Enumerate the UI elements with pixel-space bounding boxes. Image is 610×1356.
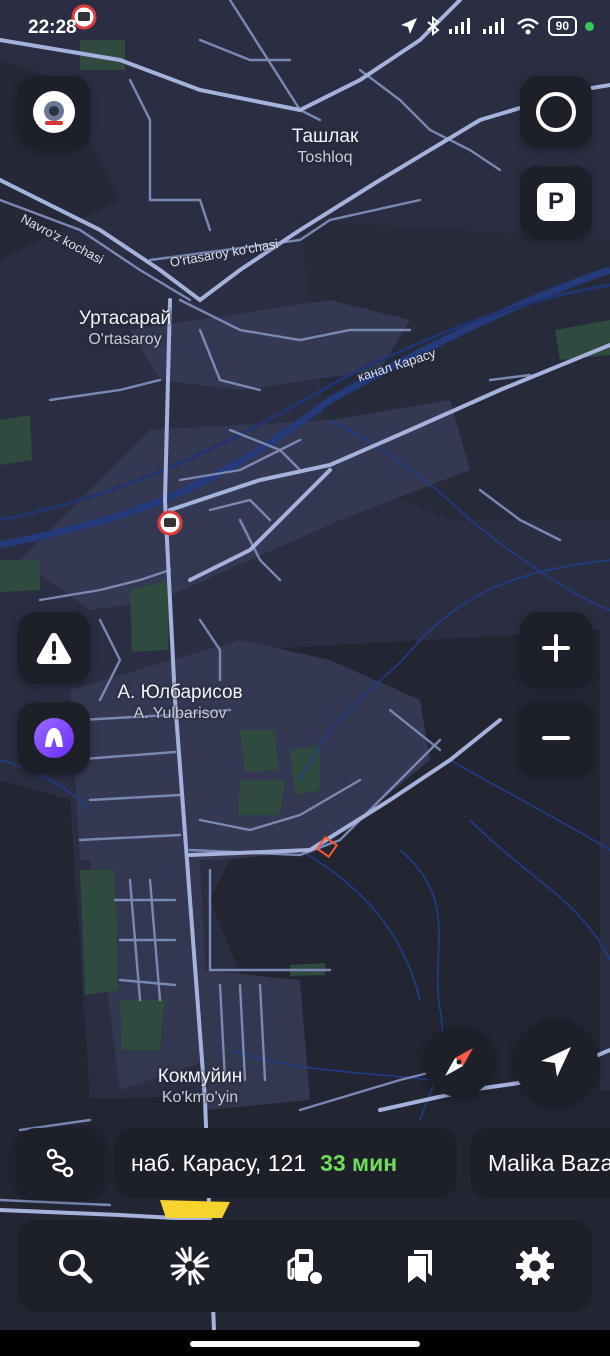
route-card[interactable]: наб. Карасу, 121 33 мин xyxy=(115,1128,457,1198)
route-eta: 33 мин xyxy=(320,1149,398,1176)
layers-button[interactable] xyxy=(520,76,592,148)
my-location-button[interactable] xyxy=(514,1020,598,1104)
place-name: Ташлак xyxy=(291,126,359,147)
gear-icon xyxy=(515,1247,554,1285)
place-latin: Toshloq xyxy=(297,149,353,166)
fuel-button[interactable] xyxy=(275,1236,335,1296)
search-icon xyxy=(59,1250,93,1284)
place-name: Уртасарай xyxy=(78,308,172,329)
settings-button[interactable] xyxy=(505,1236,565,1296)
compass-button[interactable] xyxy=(424,1027,494,1097)
place-latin: A. Yulbarisov xyxy=(133,705,227,722)
route-icon xyxy=(46,1148,74,1178)
battery-indicator: 90 xyxy=(547,16,577,36)
place-latin: O'rtasaroy xyxy=(88,331,162,348)
place-label-ortasaroy: Уртасарай O'rtasaroy xyxy=(55,308,195,350)
minus-icon xyxy=(542,736,570,740)
status-icons: 90 xyxy=(400,16,594,36)
avatar-button[interactable] xyxy=(18,76,90,148)
bottom-toolbar xyxy=(18,1220,592,1312)
location-icon xyxy=(400,18,417,34)
warning-icon xyxy=(36,633,72,664)
parking-label: P xyxy=(547,188,564,215)
layers-icon xyxy=(536,92,576,132)
avatar-icon xyxy=(33,91,75,133)
place-label-kokmoyin: Кокмуйин Ko'kmo'yin xyxy=(135,1066,265,1108)
place-latin: Ko'kmo'yin xyxy=(161,1089,239,1106)
status-time: 22:28 xyxy=(28,17,77,38)
parking-button[interactable]: P xyxy=(520,166,592,238)
voice-assistant-button[interactable] xyxy=(18,702,90,774)
parking-icon: P xyxy=(537,183,575,221)
fuel-icon xyxy=(287,1249,324,1286)
zoom-out-button[interactable] xyxy=(520,702,592,774)
bluetooth-icon xyxy=(427,16,440,36)
voice-assistant-icon xyxy=(34,718,74,758)
home-indicator[interactable] xyxy=(190,1341,420,1347)
wifi-icon xyxy=(516,18,539,35)
plus-icon xyxy=(542,634,570,662)
compass-icon xyxy=(445,1048,473,1076)
discover-button[interactable] xyxy=(160,1236,220,1296)
place-name: А. Юлбарисов xyxy=(117,682,243,703)
discover-icon xyxy=(170,1246,210,1286)
privacy-dot xyxy=(585,21,594,31)
route-button[interactable] xyxy=(18,1128,102,1198)
route-address: наб. Карасу, 121 xyxy=(131,1149,307,1176)
bookmarks-icon xyxy=(407,1250,432,1283)
report-incident-button[interactable] xyxy=(18,612,90,684)
signal-icon xyxy=(482,18,504,34)
place-name: Кокмуйин xyxy=(157,1066,243,1087)
place-label-toshloq: Ташлак Toshloq xyxy=(260,126,390,168)
route-card-next[interactable]: Malika Bazaar xyxy=(470,1128,610,1198)
status-bar: 22:28 90 xyxy=(0,0,610,56)
zoom-in-button[interactable] xyxy=(520,612,592,684)
signal-icon xyxy=(448,18,470,34)
bookmarks-button[interactable] xyxy=(390,1236,450,1296)
search-button[interactable] xyxy=(45,1236,105,1296)
place-label-yulbarisov: А. Юлбарисов A. Yulbarisov xyxy=(95,682,265,724)
route-address: Malika Bazaar xyxy=(488,1149,610,1176)
navigation-arrow-icon xyxy=(541,1047,571,1077)
